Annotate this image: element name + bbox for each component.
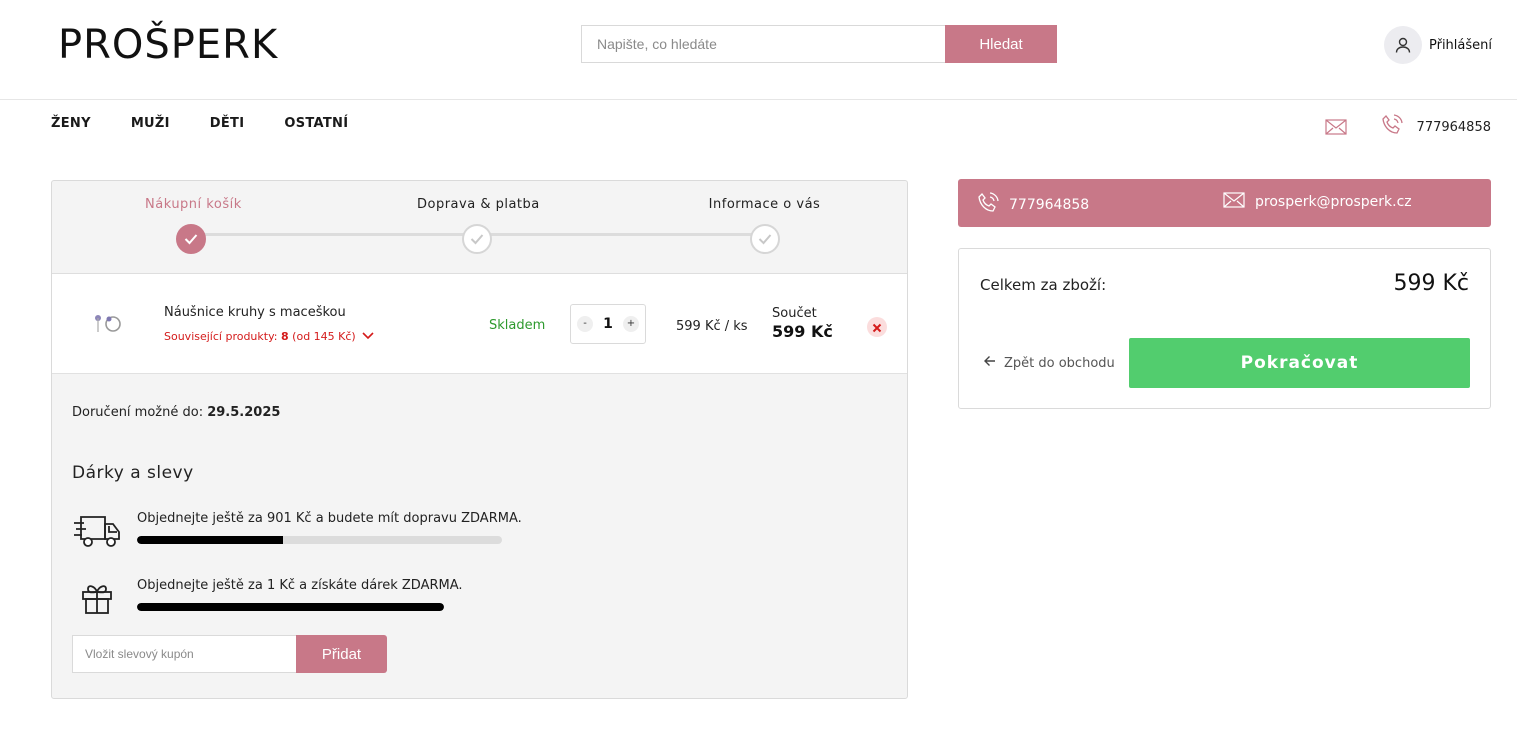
arrow-left-icon (984, 355, 996, 371)
coupon-form: Přidat (72, 635, 387, 673)
cart-panel: Nákupní košík Doprava & platba Informace… (51, 180, 908, 699)
gift-progress-bar (137, 603, 444, 611)
chevron-down-icon (362, 330, 374, 343)
logo[interactable]: PROŠPERK (58, 22, 278, 68)
delivery-label: Doručení možné do: (72, 405, 204, 420)
related-count: 8 (281, 330, 289, 343)
total-label: Celkem za zboží: (980, 276, 1107, 294)
back-label: Zpět do obchodu (1004, 355, 1115, 371)
contact-email-text: prosperk@prosperk.cz (1255, 194, 1412, 210)
perk-text: Objednejte ještě za 1 Kč a získáte dárek… (137, 578, 463, 593)
login-label: Přihlášení (1428, 37, 1492, 53)
unit-price: 599 Kč / ks (676, 319, 748, 334)
continue-button[interactable]: Pokračovat (1129, 338, 1470, 388)
mail-icon[interactable] (1324, 119, 1347, 135)
perk-text: Objednejte ještě za 901 Kč a budete mít … (137, 511, 522, 526)
delivery-info: Doručení možné do: 29.5.2025 (72, 405, 280, 420)
mail-icon (1223, 192, 1245, 212)
nav-item-ostatni[interactable]: OSTATNÍ (284, 116, 348, 131)
nav-phone[interactable]: 777964858 (1417, 120, 1491, 135)
nav-item-zeny[interactable]: ŽENY (51, 116, 91, 131)
contact-bar: 777964858 prosperk@prosperk.cz (958, 179, 1491, 227)
checkout-steps: Nákupní košík Doprava & platba Informace… (52, 181, 907, 274)
item-sum: Součet 599 Kč (772, 306, 833, 341)
product-image[interactable] (86, 306, 128, 340)
related-from: (od 145 Kč) (292, 330, 356, 343)
coupon-add-button[interactable]: Přidat (296, 635, 387, 673)
nav-item-muzi[interactable]: MUŽI (131, 116, 170, 131)
nav-item-deti[interactable]: DĚTI (210, 116, 245, 131)
coupon-input[interactable] (72, 635, 296, 673)
qty-value[interactable]: 1 (603, 316, 613, 332)
remove-item-button[interactable] (867, 317, 887, 337)
related-products-link[interactable]: Související produkty: 8 (od 145 Kč) (164, 330, 374, 343)
search-input[interactable] (581, 25, 945, 63)
free-gift-perk: Objednejte ještě za 1 Kč a získáte dárek… (72, 578, 463, 618)
user-icon (1383, 26, 1422, 64)
step-cart[interactable]: Nákupní košík (145, 197, 242, 254)
order-summary: Celkem za zboží: 599 Kč Zpět do obchodu … (958, 248, 1491, 409)
nav-contact: 777964858 (1324, 114, 1491, 140)
check-icon (176, 224, 206, 254)
contact-phone[interactable]: 777964858 (977, 192, 1089, 218)
product-name[interactable]: Náušnice kruhy s maceškou (164, 305, 346, 320)
progress-fill (137, 536, 283, 544)
contact-email[interactable]: prosperk@prosperk.cz (1223, 192, 1412, 212)
total-value: 599 Kč (1393, 271, 1469, 296)
delivery-date: 29.5.2025 (207, 405, 281, 420)
shipping-progress-bar (137, 536, 502, 544)
login-link[interactable]: Přihlášení (1383, 26, 1492, 64)
step-info[interactable]: Informace o vás (707, 197, 822, 254)
check-icon (462, 224, 492, 254)
free-shipping-perk: Objednejte ještě za 901 Kč a budete mít … (72, 511, 522, 551)
step-label: Doprava & platba (417, 197, 540, 212)
contact-phone-text: 777964858 (1009, 197, 1090, 213)
step-label: Nákupní košík (145, 197, 242, 212)
gift-icon (72, 578, 122, 618)
step-label: Informace o vás (708, 197, 821, 212)
cart-item-row: Náušnice kruhy s maceškou Související pr… (52, 274, 907, 374)
site-header: PROŠPERK Hledat Přihlášení (0, 0, 1517, 100)
close-icon (872, 318, 882, 337)
phone-icon (977, 192, 999, 218)
qty-plus-button[interactable]: + (623, 316, 639, 332)
search-bar: Hledat (581, 25, 1057, 63)
back-to-shop-link[interactable]: Zpět do obchodu (984, 355, 1115, 371)
truck-icon (72, 511, 122, 551)
phone-icon (1381, 114, 1403, 140)
check-icon (749, 224, 780, 254)
stock-status: Skladem (489, 318, 546, 333)
search-button[interactable]: Hledat (945, 25, 1057, 63)
progress-fill (137, 603, 444, 611)
sum-value: 599 Kč (772, 322, 833, 341)
qty-minus-button[interactable]: - (577, 316, 593, 332)
logo-text: PROŠPERK (58, 22, 279, 68)
related-prefix: Související produkty: (164, 330, 278, 343)
sum-label: Součet (772, 306, 817, 321)
main-nav: ŽENY MUŽI DĚTI OSTATNÍ (51, 116, 348, 131)
gifts-title: Dárky a slevy (72, 463, 194, 483)
step-shipping[interactable]: Doprava & platba (417, 197, 540, 254)
quantity-stepper: - 1 + (570, 304, 646, 344)
